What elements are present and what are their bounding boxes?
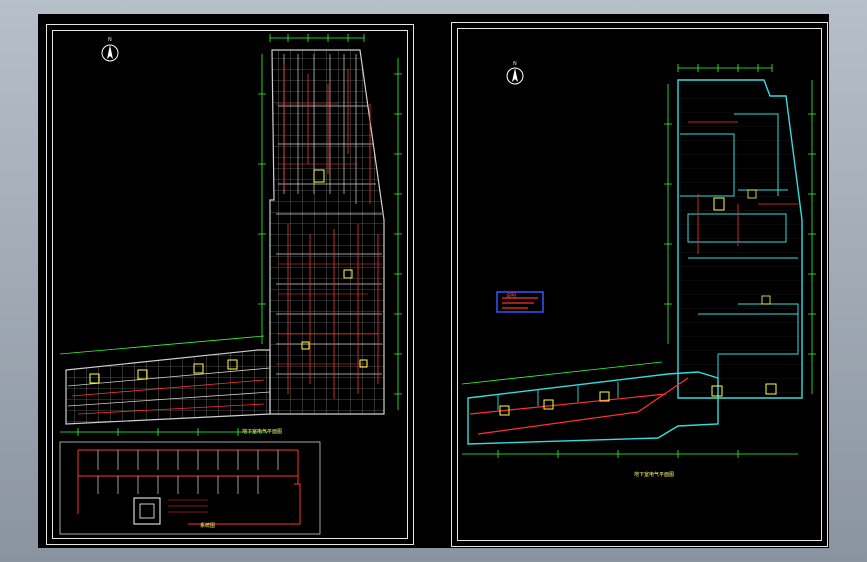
left-north-label: N	[108, 37, 112, 43]
left-plan-title: 地下室电气平面图	[242, 429, 283, 435]
left-schematic-caption: 系统图	[200, 523, 216, 529]
right-drawing-sheet	[451, 22, 828, 547]
right-north-label: N	[513, 61, 517, 67]
right-plan-title: 地下室电气平面图	[634, 472, 675, 478]
left-sheet-inner-frame	[52, 30, 408, 539]
right-note-text: 说明	[506, 293, 517, 299]
cad-viewport[interactable]: 地下室电气平面图 系统图 N 地下室电气平面图 N 说明	[38, 14, 829, 548]
right-sheet-inner-frame	[457, 28, 822, 541]
left-drawing-sheet	[46, 24, 414, 545]
